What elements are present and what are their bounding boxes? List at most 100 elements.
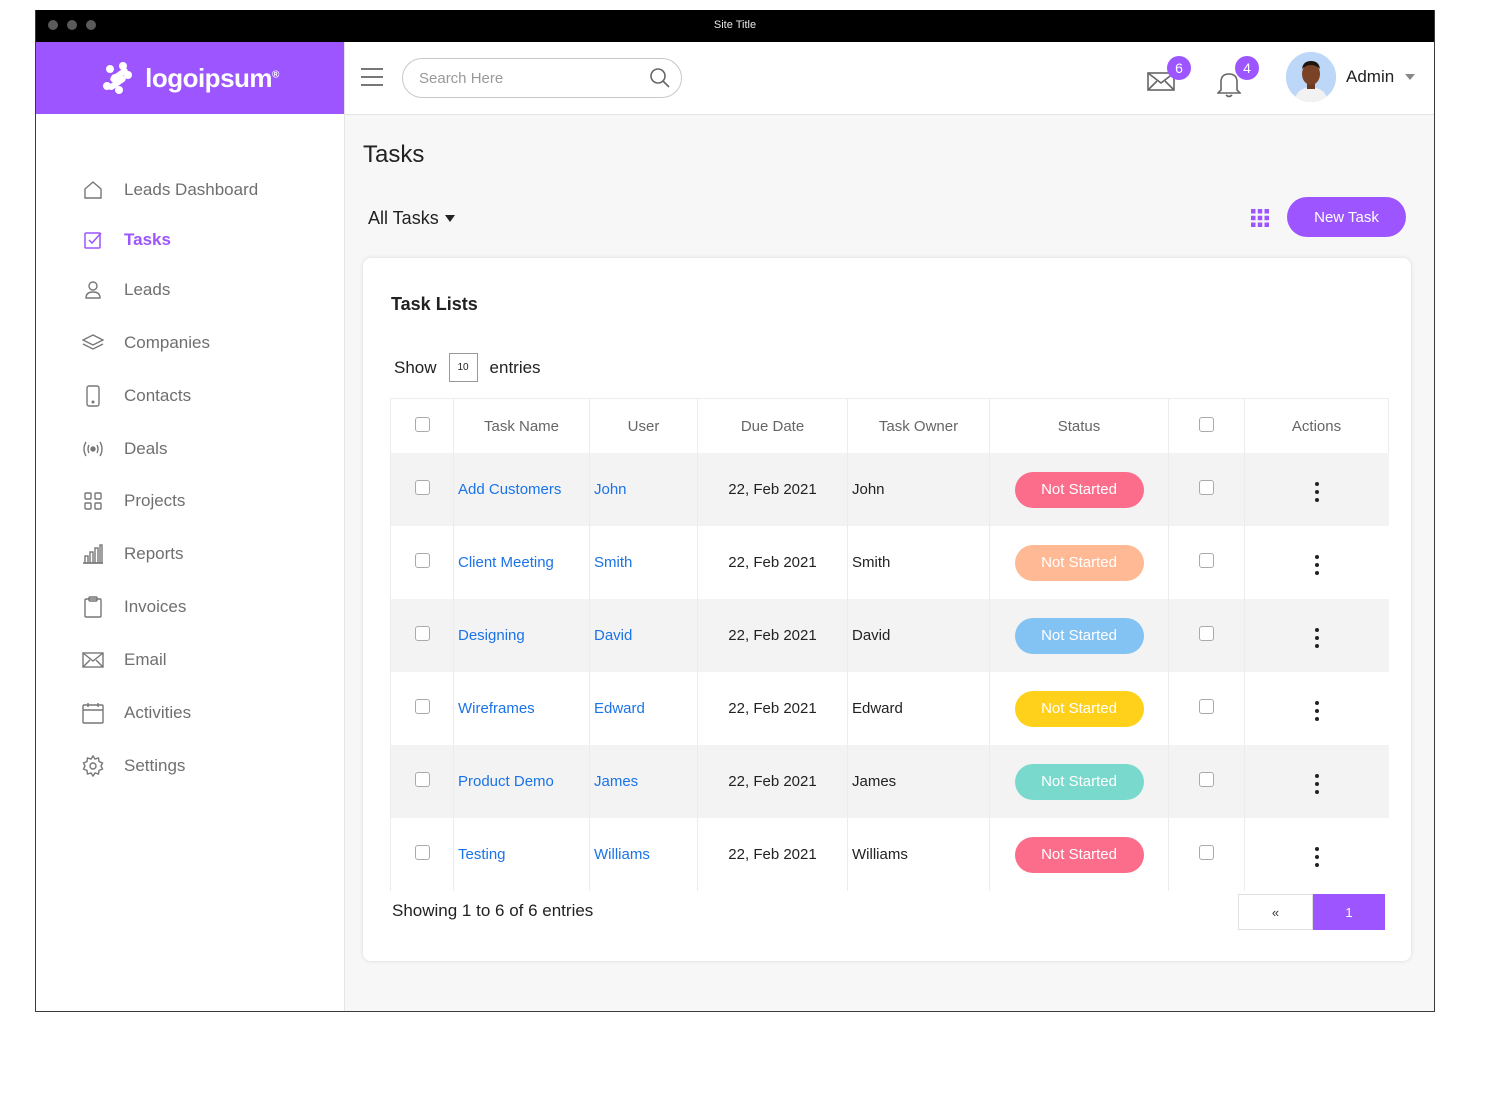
status-cell: Not Started (989, 745, 1169, 818)
sidebar-item-projects[interactable]: Projects (82, 486, 185, 516)
user-link[interactable]: Williams (594, 846, 650, 863)
header-checkbox-column (1168, 398, 1245, 453)
user-link[interactable]: James (594, 773, 638, 790)
actions-cell (1244, 672, 1389, 745)
sidebar-item-leads[interactable]: Leads (82, 275, 170, 305)
more-actions-icon[interactable] (1309, 624, 1325, 652)
more-actions-icon[interactable] (1309, 697, 1325, 725)
task-name-link[interactable]: Wireframes (458, 700, 535, 717)
new-task-button[interactable]: New Task (1287, 197, 1406, 237)
row-checkbox[interactable] (1199, 553, 1214, 568)
search-input[interactable] (417, 68, 649, 88)
sidebar-item-contacts[interactable]: Contacts (82, 381, 191, 411)
sidebar-item-email[interactable]: Email (82, 645, 167, 675)
actions-cell (1244, 745, 1389, 818)
grid-icon (82, 490, 104, 512)
row-select-checkbox[interactable] (414, 772, 430, 787)
column-header-task-name[interactable]: Task Name (453, 398, 590, 453)
row-checkbox[interactable] (1199, 772, 1214, 787)
tasks-table: Task Name User Due Date Task Owner Statu… (390, 398, 1389, 891)
row-select-checkbox[interactable] (414, 626, 430, 641)
calendar-icon (82, 702, 104, 724)
column-header-due-date[interactable]: Due Date (697, 398, 848, 453)
column-header-user[interactable]: User (589, 398, 698, 453)
sidebar-item-label: Leads (124, 280, 171, 299)
sidebar-item-label: Companies (124, 333, 210, 352)
header-checkbox[interactable] (1199, 416, 1214, 432)
row-select-checkbox[interactable] (414, 480, 430, 495)
sidebar-item-reports[interactable]: Reports (82, 539, 184, 569)
mail-icon (82, 649, 104, 671)
sidebar-item-leads-dashboard[interactable]: Leads Dashboard (82, 175, 258, 205)
messages-button[interactable]: 6 (1147, 56, 1191, 97)
status-badge: Not Started (1014, 690, 1144, 727)
status-cell: Not Started (989, 599, 1169, 672)
sidebar-item-activities[interactable]: Activities (82, 698, 191, 728)
user-link[interactable]: Edward (594, 700, 645, 717)
grid-view-button[interactable] (1251, 209, 1269, 227)
entries-count-select[interactable]: 10 (448, 353, 478, 382)
user-cell: Smith (589, 526, 698, 599)
column-header-task-owner[interactable]: Task Owner (847, 398, 990, 453)
layers-icon (82, 332, 104, 354)
brand-name: logoipsum (145, 62, 273, 93)
task-name-cell: Client Meeting (453, 526, 590, 599)
sidebar-item-invoices[interactable]: Invoices (82, 592, 186, 622)
previous-page-button[interactable]: « (1238, 894, 1313, 930)
user-link[interactable]: Smith (594, 554, 632, 571)
home-icon (82, 179, 104, 201)
sidebar-item-deals[interactable]: Deals (82, 434, 167, 464)
column-header-actions: Actions (1244, 398, 1389, 453)
row-checkbox[interactable] (1199, 699, 1214, 714)
logo-icon (103, 62, 133, 94)
notifications-button[interactable]: 4 (1216, 56, 1259, 103)
more-actions-icon[interactable] (1309, 770, 1325, 798)
table-row: Client Meeting Smith 22, Feb 2021 Smith Not … (390, 526, 1389, 599)
more-actions-icon[interactable] (1309, 551, 1325, 579)
user-cell: Edward (589, 672, 698, 745)
user-cell: John (589, 453, 698, 526)
messages-count-badge: 6 (1167, 56, 1191, 80)
task-name-cell: Testing (453, 818, 590, 891)
sidebar-item-label: Settings (124, 756, 186, 775)
sidebar-item-companies[interactable]: Companies (82, 328, 210, 358)
search-icon[interactable] (649, 67, 671, 89)
user-menu[interactable]: Admin (1286, 52, 1416, 102)
checkbox-icon (82, 229, 104, 251)
top-bar: 6 4 Admin (345, 42, 1434, 115)
task-name-link[interactable]: Add Customers (458, 481, 561, 498)
sidebar-item-tasks[interactable]: Tasks (82, 225, 171, 255)
browser-window: Site Title logoipsum® Leads Dashboard Ta… (35, 10, 1435, 1012)
site-title: Site Title (713, 19, 757, 31)
row-select-checkbox[interactable] (414, 553, 430, 568)
status-cell: Not Started (989, 818, 1169, 891)
select-all-checkbox[interactable] (414, 416, 430, 432)
menu-toggle-button[interactable] (361, 68, 383, 86)
row-checkbox[interactable] (1199, 626, 1214, 641)
more-actions-icon[interactable] (1309, 843, 1325, 871)
row-checkbox[interactable] (1199, 480, 1214, 495)
page-1-button[interactable]: 1 (1313, 894, 1385, 930)
column-header-status[interactable]: Status (989, 398, 1169, 453)
sidebar-item-settings[interactable]: Settings (82, 751, 185, 781)
task-name-link[interactable]: Designing (458, 627, 525, 644)
user-link[interactable]: John (594, 481, 627, 498)
user-cell: Williams (589, 818, 698, 891)
user-link[interactable]: David (594, 627, 632, 644)
avatar (1286, 52, 1336, 102)
row-select-checkbox[interactable] (414, 845, 430, 860)
task-name-link[interactable]: Testing (458, 846, 506, 863)
logo[interactable]: logoipsum® (36, 42, 344, 114)
table-row: Add Customers John 22, Feb 2021 John Not Sta… (390, 453, 1389, 526)
task-name-cell: Designing (453, 599, 590, 672)
task-name-link[interactable]: Client Meeting (458, 554, 554, 571)
task-name-link[interactable]: Product Demo (458, 773, 554, 790)
task-filter-dropdown[interactable]: All Tasks (368, 208, 455, 229)
task-owner-cell: Williams (847, 818, 990, 891)
row-checkbox[interactable] (1199, 845, 1214, 860)
row-select-checkbox[interactable] (414, 699, 430, 714)
clipboard-icon (82, 596, 104, 618)
more-actions-icon[interactable] (1309, 478, 1325, 506)
row-select-cell (390, 526, 454, 599)
task-owner-cell: James (847, 745, 990, 818)
